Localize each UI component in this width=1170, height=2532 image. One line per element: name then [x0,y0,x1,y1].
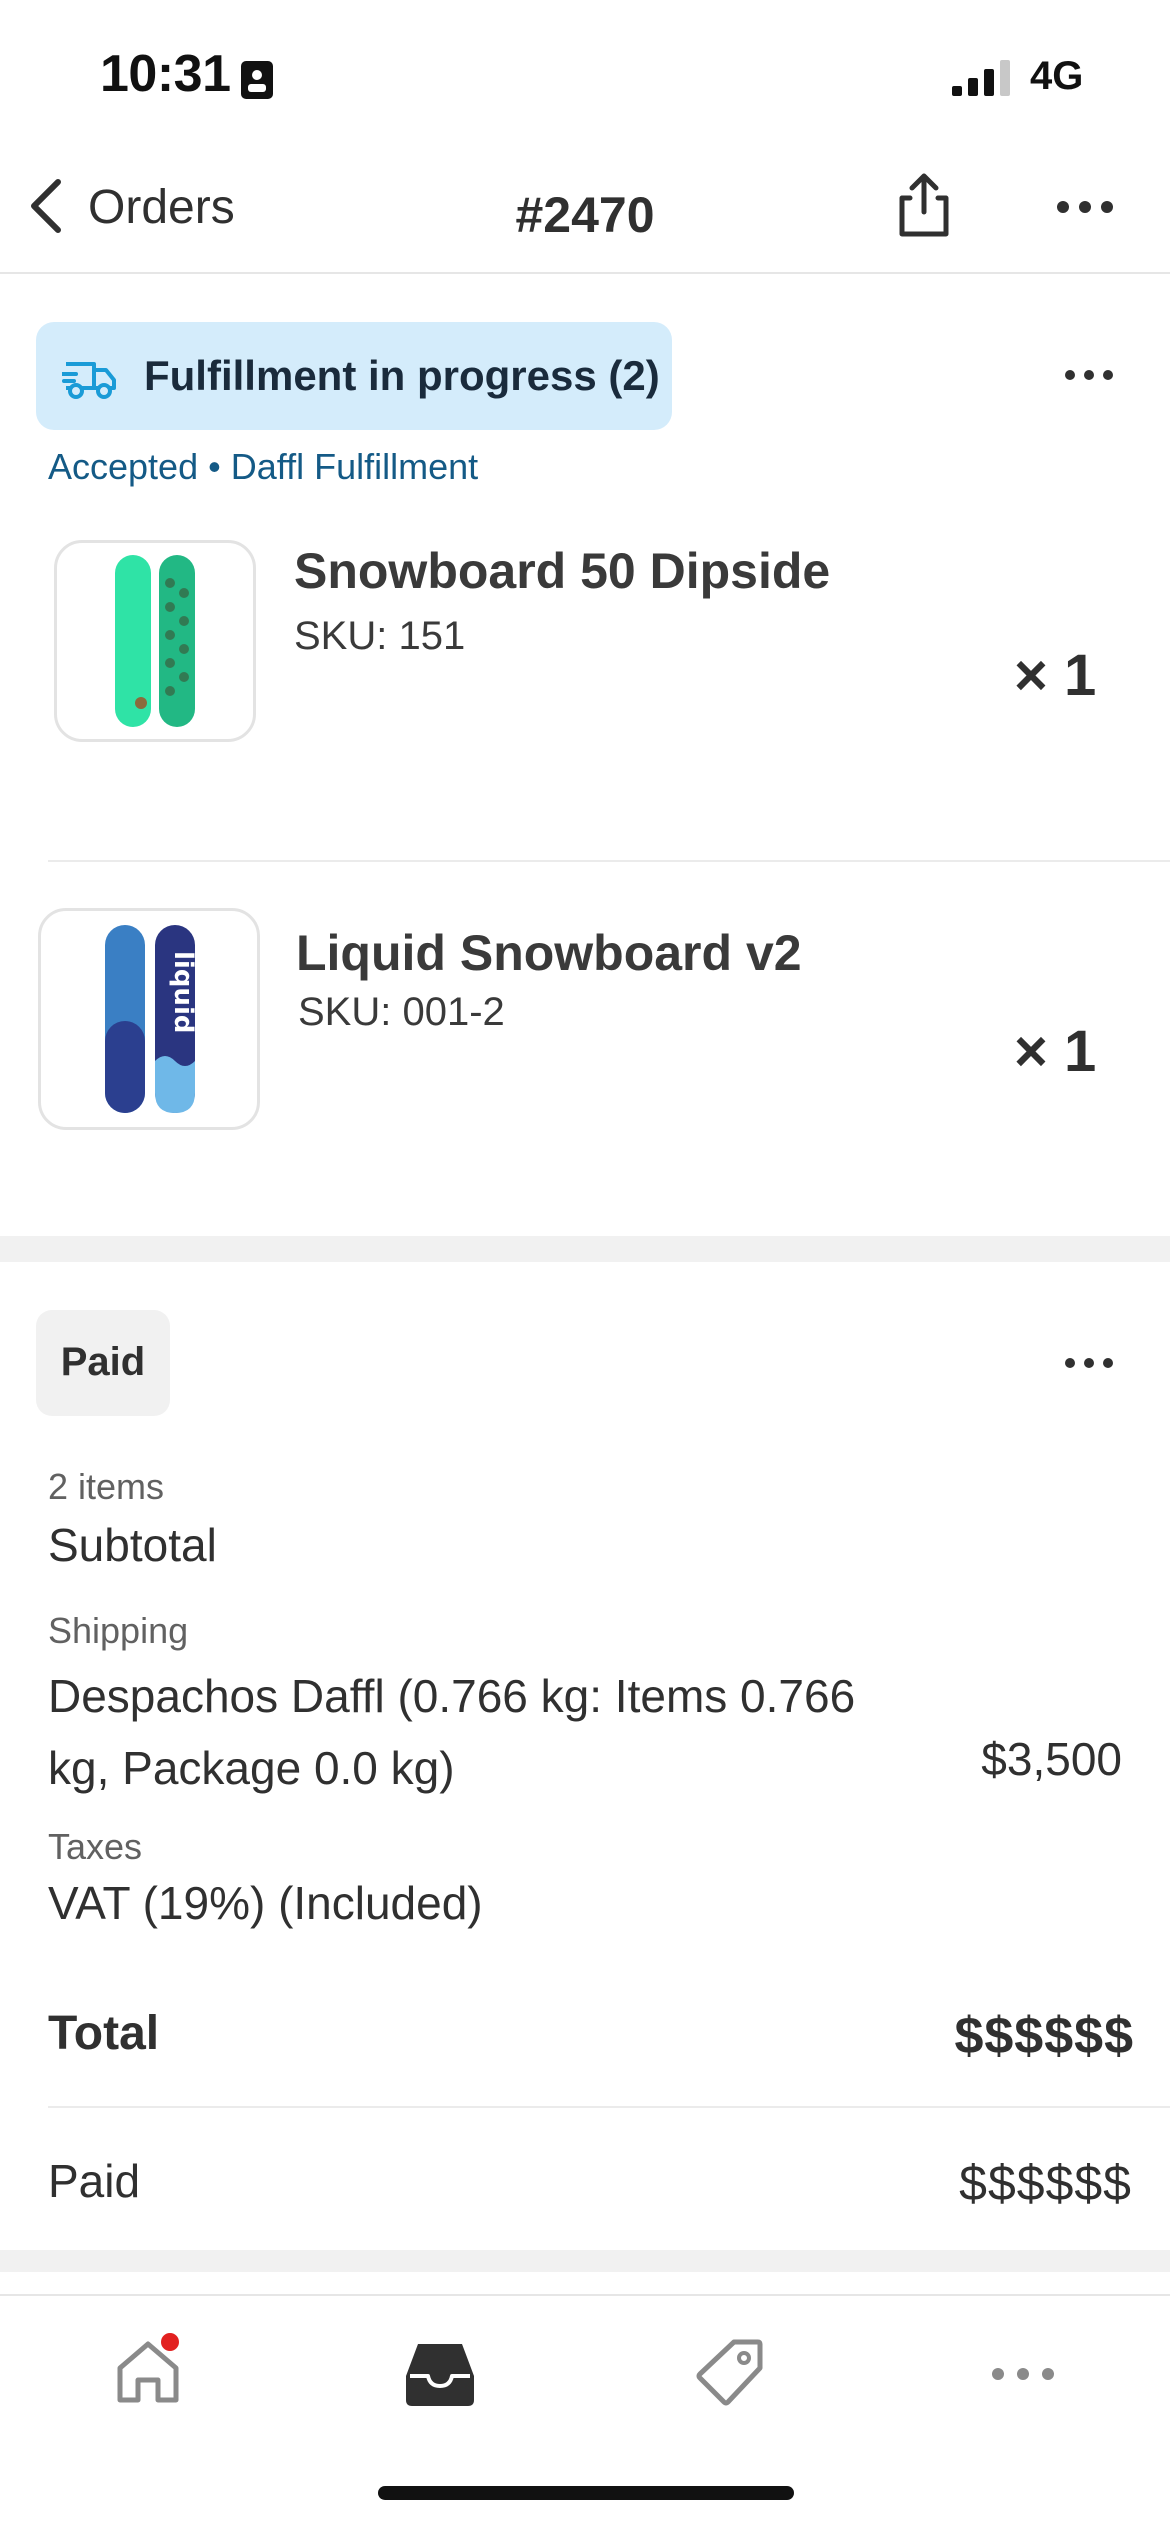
line-item-sku: SKU: 151 [294,614,466,658]
more-horizontal-icon[interactable] [1064,368,1114,382]
taxes-label: Taxes [48,1826,143,1867]
more-horizontal-icon[interactable] [1064,1356,1114,1370]
network-type: 4G [1030,54,1084,98]
more-horizontal-icon[interactable] [1056,200,1114,214]
product-thumbnail[interactable] [54,540,256,742]
section-separator [0,1236,1170,1262]
notification-dot [158,2330,182,2354]
total-amount: $$$$$$ [954,2007,1134,2065]
divider [48,2106,1170,2108]
snowboard-image [115,555,195,727]
shipping-method: Despachos Daffl (0.766 kg: Items 0.766 k… [48,1670,856,1794]
fulfillment-status-label: Fulfillment in progress (2) [144,352,660,399]
product-thumbnail[interactable]: liquid [38,908,260,1130]
line-item-quantity: × 1 [1014,643,1097,708]
subtotal-label: Subtotal [48,1519,217,1571]
items-count: 2 items [48,1466,165,1507]
payment-status-label: Paid [60,1340,146,1384]
line-item-sku: SKU: 001-2 [298,990,505,1034]
id-card-icon [241,61,273,99]
fulfillment-location: Accepted • Daffl Fulfillment [48,446,479,487]
divider [48,860,1170,862]
signal-strength-icon [952,60,1010,96]
snowboard-image: liquid [105,925,198,1113]
svg-text:liquid: liquid [168,951,198,1033]
section-separator [0,2250,1170,2272]
home-indicator [378,2486,794,2500]
delivery-truck-icon [62,362,116,399]
products-tag-icon[interactable] [694,2336,766,2408]
more-icon[interactable] [990,2366,1056,2382]
orders-inbox-icon[interactable] [404,2340,476,2408]
paid-amount: $$$$$$ [959,2155,1132,2211]
line-item-name[interactable]: Liquid Snowboard v2 [296,924,802,982]
total-label: Total [48,2007,160,2060]
shipping-amount: $3,500 [981,1733,1122,1785]
tax-line: VAT (19%) (Included) [48,1877,483,1929]
shipping-label: Shipping [48,1610,189,1651]
line-item-quantity: × 1 [1014,1019,1097,1084]
status-time: 10:31 [100,45,231,103]
line-item-name[interactable]: Snowboard 50 Dipside [294,542,830,600]
paid-label: Paid [48,2155,141,2207]
page-title: #2470 [515,187,655,243]
share-icon[interactable] [894,172,954,238]
